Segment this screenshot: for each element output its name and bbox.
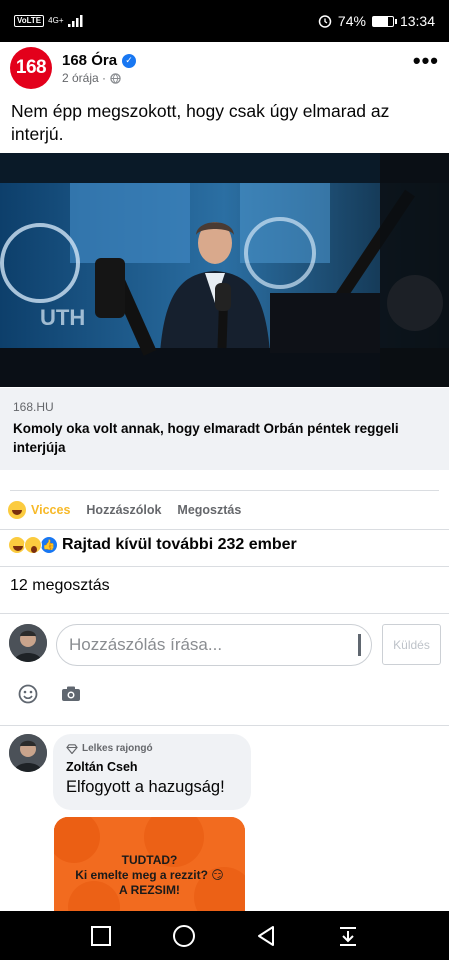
globe-icon [110, 72, 121, 84]
comment-image-line2: Ki emelte meg a rezzit? 😏 [75, 868, 224, 882]
comment-image-text: TUDTAD? Ki emelte meg a rezzit? 😏 A REZS… [54, 853, 245, 898]
comment-image[interactable]: TUDTAD? Ki emelte meg a rezzit? 😏 A REZS… [54, 817, 245, 913]
status-bar: VoLTE 4G+ 74% 13:34 [0, 0, 449, 42]
home-icon[interactable] [172, 924, 196, 948]
shares-count[interactable]: 12 megosztás [10, 577, 110, 595]
system-nav-bar [0, 911, 449, 960]
recent-apps-icon[interactable] [90, 925, 112, 947]
notification-shade-icon[interactable] [337, 925, 359, 947]
network-type: 4G+ [48, 16, 64, 25]
comment-text: Elfogyott a hazugság! [66, 778, 225, 796]
page-name[interactable]: 168 Óra [62, 52, 117, 69]
comment-input[interactable]: Hozzászólás írása... [56, 624, 372, 666]
alarm-icon [318, 15, 332, 28]
post-meta: 2 órája · [62, 71, 121, 85]
share-label: Megosztás [177, 503, 242, 517]
page-avatar[interactable]: 168 [10, 47, 52, 89]
action-row: Vicces Hozzászólok Megosztás [8, 495, 241, 525]
commenter-name[interactable]: Zoltán Cseh [66, 760, 238, 774]
post-time[interactable]: 2 órája · [62, 71, 106, 85]
post-text: Nem épp megszokott, hogy csak úgy elmara… [11, 101, 390, 144]
back-icon[interactable] [255, 925, 277, 947]
post-photo[interactable]: UTH [0, 153, 449, 387]
divider [0, 566, 449, 567]
divider [0, 613, 449, 614]
link-domain: 168.HU [13, 400, 54, 414]
camera-icon[interactable] [60, 684, 82, 704]
emoji-picker-icon[interactable] [18, 684, 38, 704]
studio-scene-image: UTH [0, 153, 449, 387]
share-button[interactable]: Megosztás [177, 503, 241, 517]
post-header: 168 168 Óra ✓ 2 órája · ••• [0, 44, 449, 94]
signal-icon [67, 15, 82, 27]
divider [0, 529, 449, 530]
verified-badge-icon: ✓ [122, 53, 137, 68]
text-cursor [358, 634, 361, 656]
comment-placeholder: Hozzászólás írása... [69, 635, 223, 654]
fan-badge-label: Lelkes rajongó [82, 743, 153, 754]
comment-button[interactable]: Hozzászólok [86, 503, 161, 517]
more-options-icon[interactable]: ••• [413, 50, 439, 72]
volte-indicator: VoLTE [14, 15, 45, 27]
link-title: Komoly oka volt annak, hogy elmaradt Orb… [13, 421, 399, 455]
haha-emoji-icon [8, 501, 26, 519]
send-button[interactable]: Küldés [382, 624, 441, 665]
comment-image-line1: TUDTAD? [121, 853, 178, 867]
commenter-avatar-image [9, 734, 47, 772]
reaction-label: Vicces [31, 503, 71, 517]
diamond-icon [66, 743, 78, 754]
reactions-text: Rajtad kívül további 232 ember [62, 536, 297, 553]
comment-label: Hozzászólok [86, 503, 162, 517]
wow-emoji-icon [24, 536, 42, 554]
fan-badge: Lelkes rajongó [66, 743, 238, 754]
page-name-row: 168 Óra ✓ [62, 52, 137, 69]
comment-tools [18, 684, 82, 704]
link-preview[interactable]: 168.HU Komoly oka volt annak, hogy elmar… [0, 388, 449, 470]
clock: 13:34 [399, 13, 435, 29]
user-avatar-image [9, 624, 47, 662]
svg-text:UTH: UTH [40, 305, 85, 330]
reactions-summary[interactable]: 👍 Rajtad kívül további 232 ember [8, 536, 297, 554]
comment-image-line3: A REZSIM! [119, 883, 180, 897]
status-right: 74% 13:34 [318, 13, 435, 29]
status-left: VoLTE 4G+ [14, 15, 84, 27]
reaction-button[interactable]: Vicces [8, 501, 70, 519]
user-avatar [9, 624, 47, 662]
comment-bubble[interactable]: Lelkes rajongó Zoltán Cseh Elfogyott a h… [53, 734, 251, 810]
divider [0, 725, 449, 726]
battery-icon [371, 15, 397, 27]
like-emoji-icon: 👍 [40, 536, 58, 554]
divider [10, 490, 439, 491]
commenter-avatar[interactable] [9, 734, 47, 772]
battery-percent: 74% [337, 13, 366, 29]
